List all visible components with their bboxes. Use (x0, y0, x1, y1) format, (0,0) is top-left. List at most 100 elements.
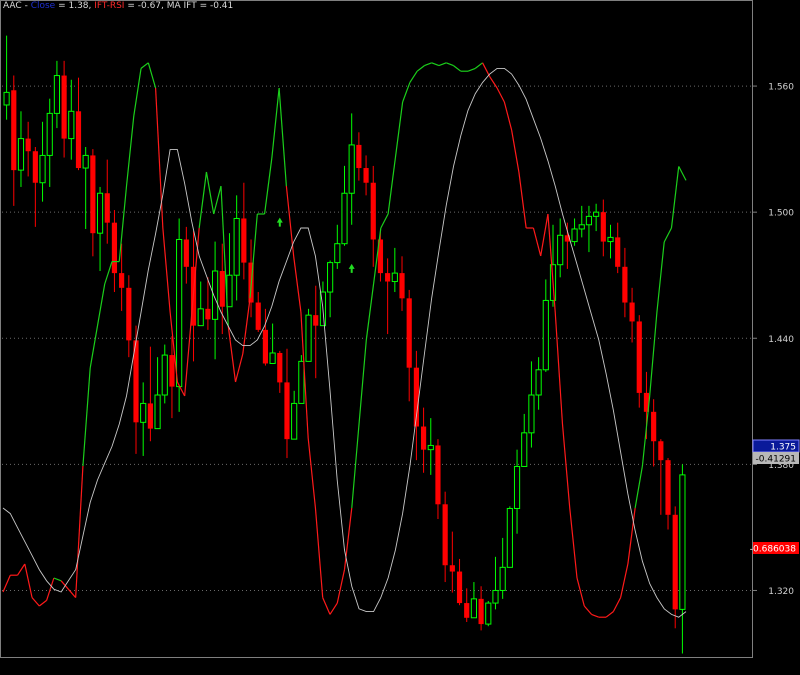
candle-body (513, 465, 521, 509)
candle-body (442, 504, 448, 566)
candle-layer (3, 35, 686, 654)
ift-rsi-segment (104, 261, 113, 285)
candle-body (305, 314, 312, 362)
ift-rsi-segment (402, 82, 411, 103)
candle-body (147, 403, 153, 429)
candle-body (96, 192, 104, 234)
ift-rsi-segment (431, 62, 440, 67)
candle-body (557, 234, 564, 266)
ift-rsi-segment (184, 311, 193, 397)
candle-body (197, 308, 204, 327)
candle-body (464, 603, 470, 618)
ift-rsi-segment (147, 62, 157, 89)
ma-ift-tag: -0.41291 (756, 455, 796, 465)
ift-rsi-segment (293, 255, 302, 313)
candle-body (363, 168, 369, 183)
ift-rsi-segment (358, 339, 367, 425)
ift-rsi-segment (336, 569, 346, 604)
candle-body (435, 445, 441, 505)
ift-rsi-segment (24, 563, 33, 598)
ift-rsi-segment (75, 465, 84, 598)
candle-body (456, 571, 463, 604)
ift-rsi-segment (467, 67, 476, 72)
signal-arrow-icon (348, 263, 355, 273)
ift-rsi-value: = -0.67, (124, 1, 167, 11)
ift-rsi-segment (227, 325, 237, 383)
ift-rsi-segment (503, 101, 513, 131)
candle-body (262, 329, 269, 364)
ift-rsi-segment (198, 171, 208, 229)
candle-body (90, 155, 96, 234)
candle-body (585, 215, 593, 226)
candle-body (183, 239, 189, 267)
ift-rsi-segment (380, 213, 389, 229)
candle-body (233, 217, 240, 276)
ift-rsi-segment (271, 87, 280, 159)
ift-rsi-segment (2, 574, 11, 593)
candle-body (542, 299, 549, 371)
candle-body (521, 432, 528, 467)
ift-rsi-segment (140, 62, 149, 69)
candle-body (341, 192, 348, 245)
ift-rsi-segment (365, 283, 375, 341)
candle-body (427, 444, 434, 451)
candle-body (75, 111, 82, 169)
candle-body (391, 272, 398, 283)
candle-body (665, 460, 671, 515)
candle-body (176, 238, 183, 388)
candle-body (478, 598, 484, 625)
candle-body (32, 151, 38, 183)
candle-body (126, 287, 132, 341)
ift-rsi-segment (416, 65, 425, 72)
ift-rsi-segment (554, 311, 564, 425)
ma-ift-text: MA IFT = -0.41 (166, 1, 234, 11)
chart-svg: 1.5601.5001.4401.3801.3201.375-0.41291-0… (0, 0, 800, 658)
candle-body (334, 243, 341, 264)
ift-rsi-segment (154, 87, 164, 229)
ift-rsi-segment (263, 157, 273, 215)
ma-ift-line (2, 67, 687, 618)
candle-body (3, 91, 10, 106)
ift-rsi-segment (96, 283, 106, 327)
candle-body (104, 193, 110, 223)
candle-body (219, 271, 225, 307)
ift-rsi-segment (496, 87, 505, 103)
signal-arrow-icon (276, 217, 283, 227)
ift-rsi-segment (474, 62, 483, 69)
ift-rsi-segment (394, 101, 404, 159)
chart-area[interactable]: 1.560 1.500 1.440 1.380 1.320 1.375 -0.41291 -0… (0, 0, 800, 671)
ift-rsi-segment (540, 213, 549, 257)
ift-rsi-segment (351, 423, 360, 509)
candle-body (535, 369, 542, 396)
ift-rsi-segment (125, 115, 135, 187)
ift-rsi-segment (278, 87, 287, 187)
ift-rsi-segment (620, 563, 629, 598)
candle-body (68, 110, 75, 140)
ift-rsi-segment (634, 465, 643, 509)
ift-rsi-segment (118, 185, 128, 262)
candle-body (629, 302, 635, 322)
candle-body (528, 394, 535, 434)
y-tick-label: 1.560 (768, 83, 794, 93)
ift-rsi-segment (53, 577, 62, 582)
ift-rsi-segment (678, 166, 687, 181)
candle-body (420, 426, 427, 450)
candle-body (61, 75, 67, 139)
ift-rsi-segment (133, 68, 142, 117)
chart-header: AAC - Close = 1.38, IFT-RSI = -0.67, MA … (3, 1, 233, 11)
candle-body (636, 321, 642, 393)
ift-rsi-segment (162, 227, 171, 313)
ift-rsi-segment (591, 613, 600, 618)
candle-body (25, 138, 31, 152)
candle-body (506, 507, 513, 568)
candle-body (140, 402, 147, 423)
ift-rsi-segment (656, 241, 665, 313)
candle-body (449, 565, 455, 572)
candle-body (593, 211, 600, 217)
candle-body (169, 355, 175, 387)
candle-body (39, 154, 46, 184)
ift-rsi-segment (605, 611, 614, 618)
ift-rsi-segment (213, 185, 222, 215)
ift-rsi-segment (438, 62, 447, 67)
ift-rsi-segment (205, 171, 215, 215)
